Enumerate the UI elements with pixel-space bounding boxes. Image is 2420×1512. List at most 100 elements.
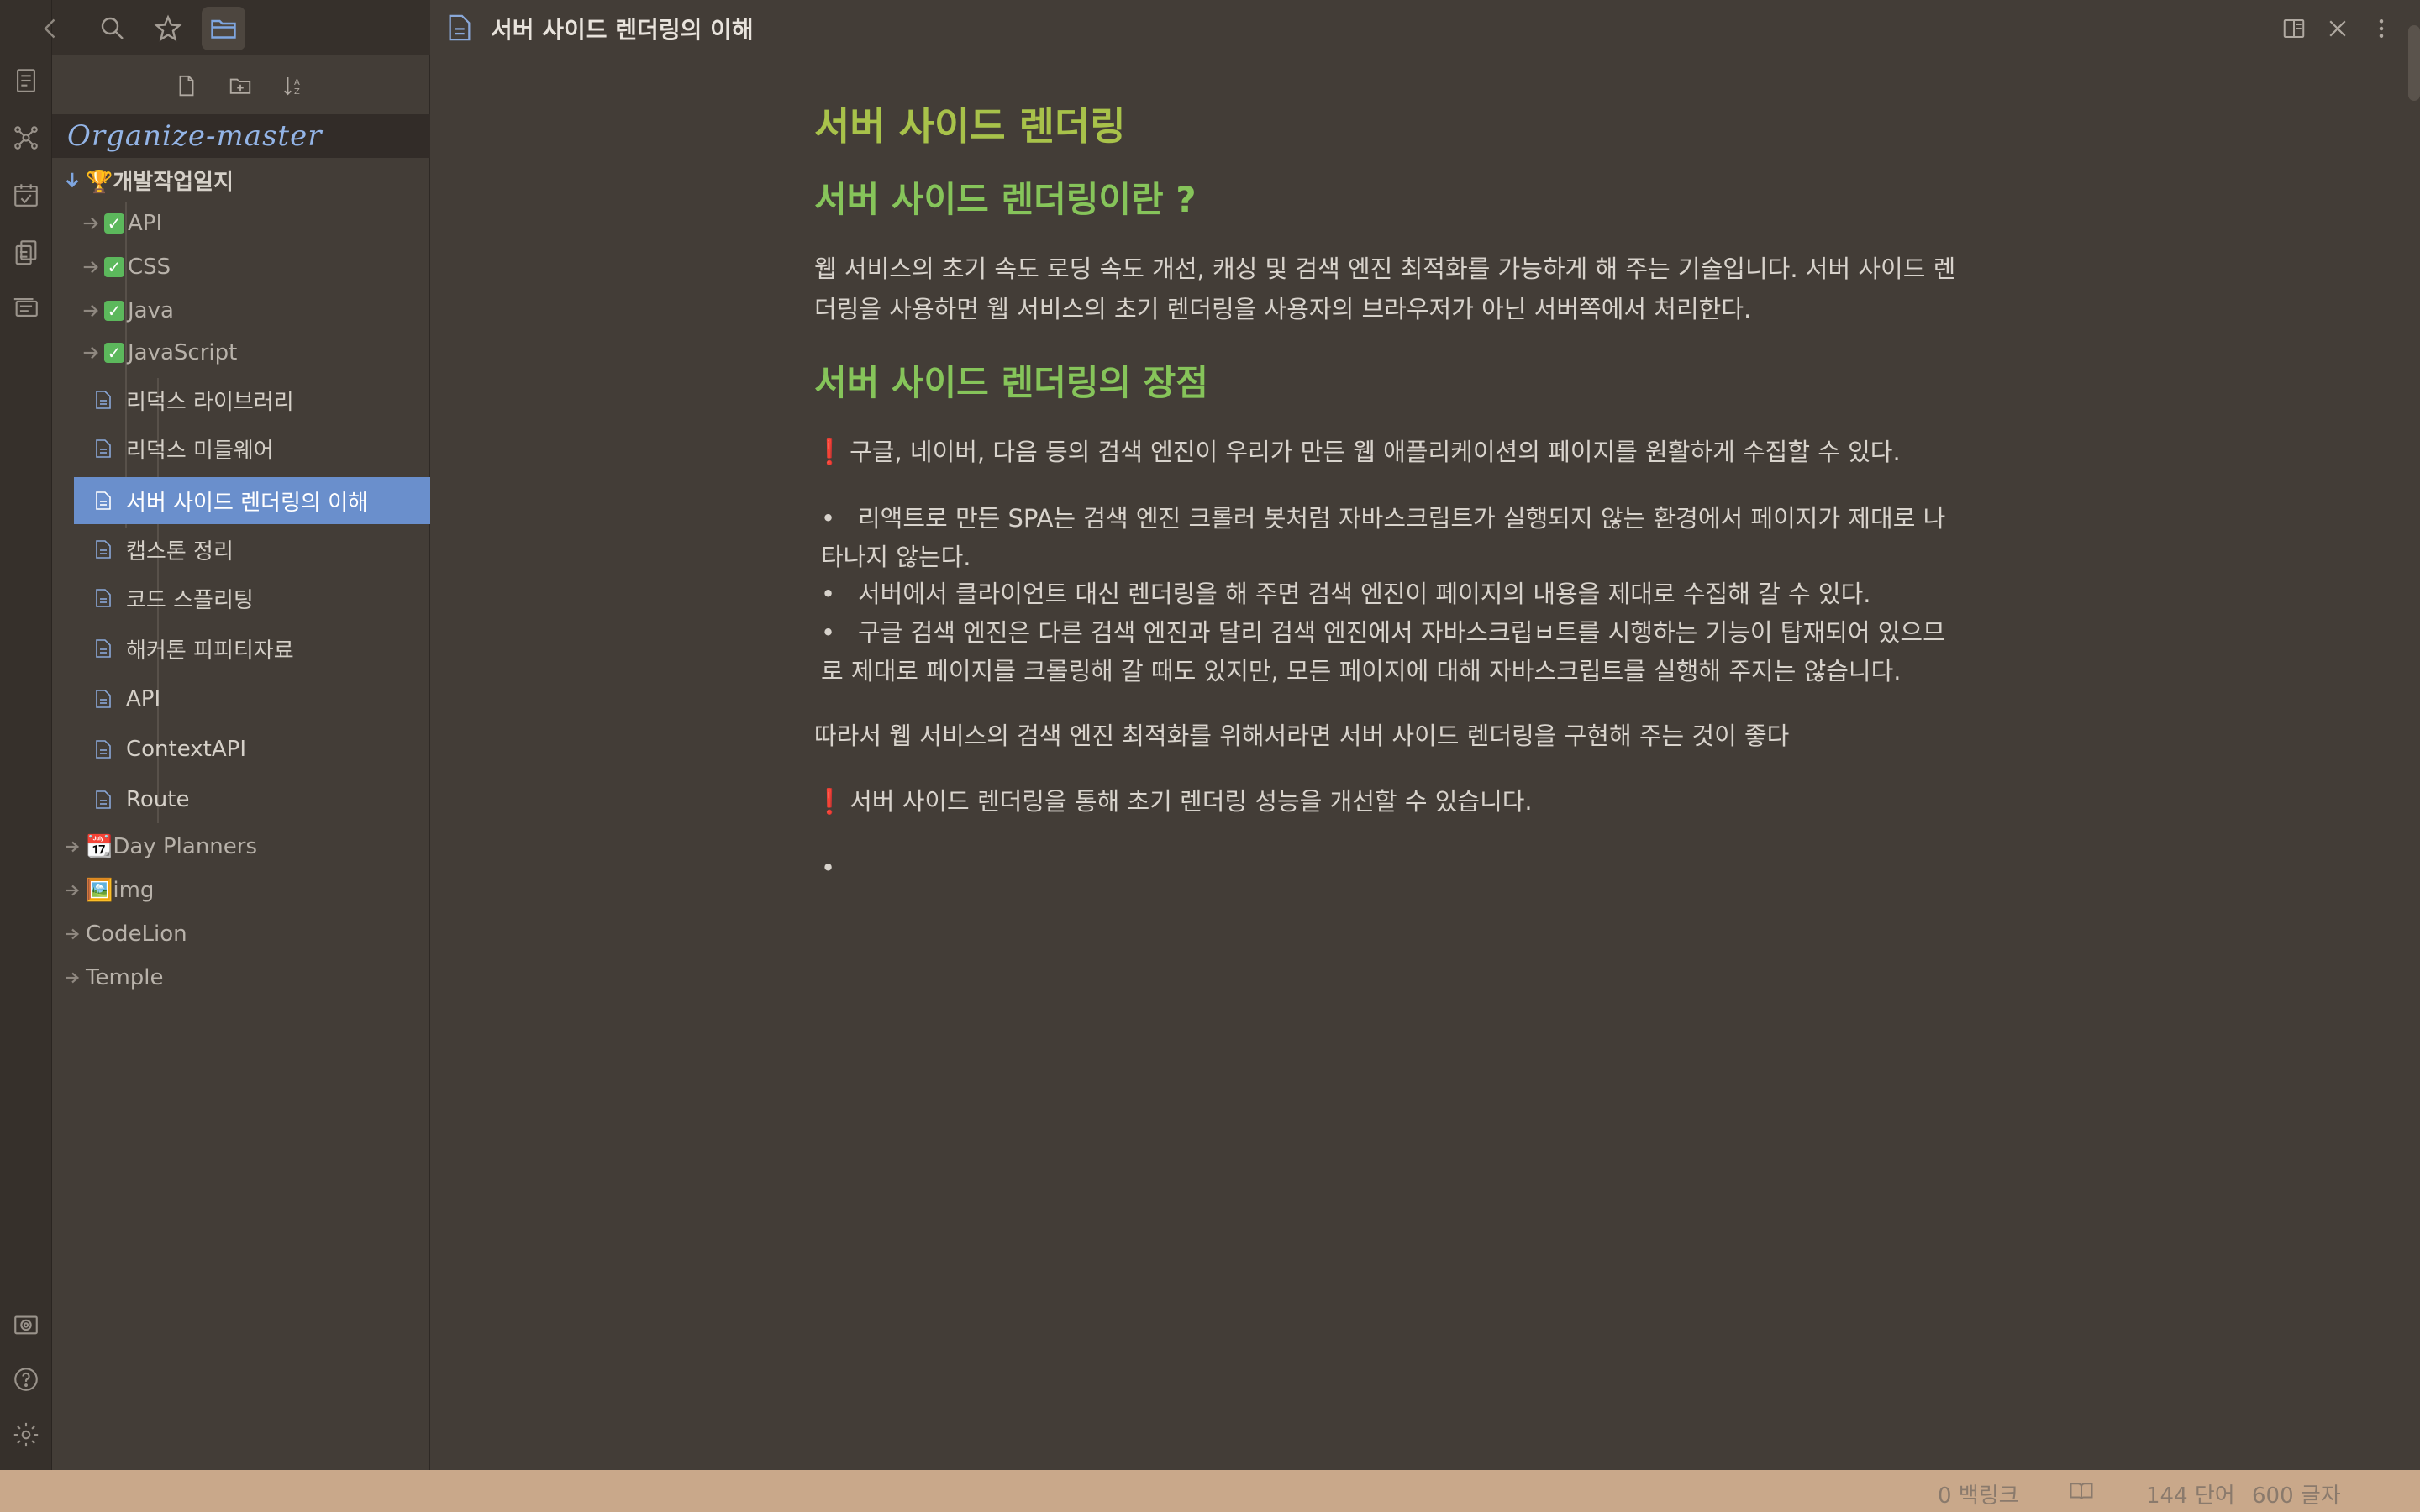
folder-codelion[interactable]: CodeLion (52, 912, 430, 956)
folder-img[interactable]: 🖼️img (52, 869, 430, 912)
exclamation-icon: ❗ (814, 438, 845, 466)
list-text: 서버에서 클라이언트 대신 렌더링을 해 주면 검색 엔진이 페이지의 내용을 … (858, 580, 1871, 608)
tree-label: 서버 사이드 렌더링의 이해 (126, 490, 368, 516)
editor-pane: 서버 사이드 렌더링의 이해 서버 사이드 렌더링 서버 사이드 렌더링이란 ?… (432, 0, 2420, 1470)
svg-text:A: A (294, 78, 300, 87)
arrow-right-icon (81, 257, 101, 277)
callout-text: 구글, 네이버, 다음 등의 검색 엔진이 우리가 만든 웹 애플리케이션의 페… (850, 438, 1901, 466)
tree-label: 코드 스플리팅 (126, 587, 254, 613)
scrollbar[interactable] (2408, 25, 2420, 101)
folder-api[interactable]: ✓ API (52, 202, 430, 245)
folder-day-planners[interactable]: 📆Day Planners (52, 825, 430, 869)
tree-label: 📆Day Planners (86, 834, 258, 859)
tree-label: Route (126, 787, 190, 812)
back-arrow-icon[interactable] (29, 7, 72, 50)
tree-label: CodeLion (86, 921, 187, 947)
arrow-right-icon (81, 343, 101, 363)
file-icon (449, 14, 471, 41)
tree-label: 캡스톤 정리 (126, 538, 234, 564)
help-icon[interactable] (9, 1362, 43, 1396)
left-ribbon (0, 0, 52, 1470)
tree-label: API (128, 211, 163, 236)
chevron-right-icon (62, 924, 82, 944)
bullet-marker: • (821, 618, 836, 647)
check-icon: ✓ (104, 213, 124, 234)
arrow-right-icon (81, 213, 101, 234)
file-icon (92, 587, 114, 609)
folder-javascript[interactable]: ✓ JavaScript (52, 331, 430, 375)
backlinks-count[interactable]: 0 백링크 (1938, 1478, 2019, 1509)
check-icon: ✓ (104, 301, 124, 321)
close-icon[interactable] (2321, 12, 2354, 45)
callout: ❗ 서버 사이드 렌더링을 통해 초기 렌더링 성능을 개선할 수 있습니다. (814, 781, 2007, 822)
book-icon[interactable] (2069, 1480, 2094, 1502)
paragraph: 웹 서비스의 초기 속도 로딩 속도 개선, 캐싱 및 검색 엔진 최적화를 가… (814, 249, 2007, 329)
chevron-right-icon (62, 837, 82, 857)
list-item: • 서버에서 클라이언트 대신 렌더링을 해 주면 검색 엔진이 페이지의 내용을… (814, 575, 2007, 613)
file-route[interactable]: Route (52, 778, 430, 822)
word-count: 144 단어 (2146, 1483, 2235, 1509)
file-ssr-understanding[interactable]: 서버 사이드 렌더링의 이해 (74, 477, 430, 524)
vault-name[interactable]: Organize-master (52, 114, 430, 158)
svg-text:Z: Z (294, 87, 300, 97)
new-folder-icon[interactable] (224, 69, 257, 102)
bullet-marker: • (821, 504, 836, 533)
list-item: • 구글 검색 엔진은 다른 검색 엔진과 달리 검색 엔진에서 자바스크립ㅂ트를… (814, 613, 2007, 690)
exclamation-icon: ❗ (814, 787, 845, 816)
daily-note-icon[interactable] (9, 64, 43, 97)
view-header: 서버 사이드 렌더링의 이해 (432, 0, 2420, 55)
tree-label: 해커톤 피피티자료 (126, 638, 294, 664)
tree-label: CSS (128, 255, 171, 280)
chevron-right-icon (62, 880, 82, 900)
file-contextapi[interactable]: ContextAPI (52, 727, 430, 771)
folder-css[interactable]: ✓ CSS (52, 245, 430, 289)
file-api[interactable]: API (52, 677, 430, 721)
camera-icon[interactable] (9, 1307, 43, 1341)
file-icon (92, 389, 114, 411)
tree-label: 리덕스 미들웨어 (126, 438, 274, 464)
sort-icon[interactable]: AZ (277, 69, 311, 102)
slides-icon[interactable] (9, 291, 43, 324)
empty-list-item[interactable]: • (814, 848, 2007, 887)
file-icon (92, 688, 114, 710)
file-icon (92, 638, 114, 659)
folder-temple[interactable]: Temple (52, 956, 430, 1000)
tree-label: 🏆개발작업일지 (86, 169, 234, 195)
copy-icon[interactable] (9, 235, 43, 269)
file-icon (92, 490, 114, 512)
split-icon[interactable] (2277, 12, 2311, 45)
callout-text: 서버 사이드 렌더링을 통해 초기 렌더링 성능을 개선할 수 있습니다. (850, 787, 1533, 816)
view-title[interactable]: 서버 사이드 렌더링의 이해 (491, 12, 754, 45)
paragraph-line: 웹 서비스의 초기 속도 로딩 속도 개선, 캐싱 및 검색 엔진 최적화를 가… (814, 255, 1956, 283)
tree-label: Java (128, 298, 174, 323)
folder-icon[interactable] (202, 7, 245, 50)
more-icon[interactable] (2365, 12, 2398, 45)
file-hackathon[interactable]: 해커톤 피피티자료 (52, 627, 430, 670)
sidebar-tab-bar (44, 0, 430, 55)
tree-label: 🖼️img (86, 878, 155, 903)
check-icon: ✓ (104, 343, 124, 363)
char-count: 600 글자 (2252, 1483, 2341, 1509)
list-text: 리액트로 만든 SPA는 검색 엔진 크롤러 봇처럼 자바스크립트가 실행되지 … (858, 504, 1946, 533)
list-text: 로 제대로 페이지를 크롤링해 갈 때도 있지만, 모든 페이지에 대해 자바스… (821, 657, 1902, 685)
folder-dev-log[interactable]: 🏆개발작업일지 (52, 158, 430, 202)
heading-2: 서버 사이드 렌더링이란 ? (814, 179, 1197, 220)
file-redux-middleware[interactable]: 리덕스 미들웨어 (52, 427, 430, 470)
calendar-icon[interactable] (9, 178, 43, 212)
status-bar: 0 백링크 144 단어 600 글자 (0, 1470, 2420, 1512)
bullet-marker: • (821, 580, 836, 608)
file-icon (92, 789, 114, 811)
file-code-splitting[interactable]: 코드 스플리팅 (52, 576, 430, 620)
tree-label: Temple (86, 965, 164, 990)
file-capstone[interactable]: 캡스톤 정리 (52, 528, 430, 571)
folder-java[interactable]: ✓ Java (52, 289, 430, 333)
search-icon[interactable] (91, 7, 134, 50)
gear-icon[interactable] (9, 1418, 43, 1452)
chevron-right-icon (62, 968, 82, 988)
new-note-icon[interactable] (170, 69, 203, 102)
file-icon (92, 438, 114, 459)
file-redux-library[interactable]: 리덕스 라이브러리 (52, 378, 430, 422)
graph-icon[interactable] (9, 121, 43, 155)
star-icon[interactable] (146, 7, 190, 50)
check-icon: ✓ (104, 257, 124, 277)
